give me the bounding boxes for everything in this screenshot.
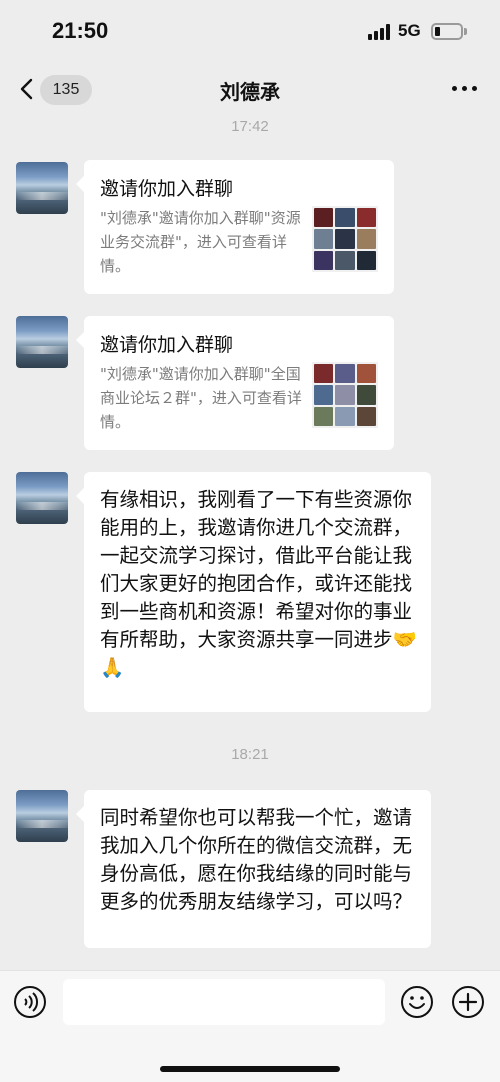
- home-indicator: [160, 1066, 340, 1072]
- plus-icon[interactable]: [451, 985, 485, 1019]
- invite-description: "刘德承"邀请你加入群聊"资源业务交流群"，进入可查看详情。: [100, 209, 301, 275]
- text-message-bubble[interactable]: 同时希望你也可以帮我一个忙，邀请我加入几个你所在的微信交流群，无身份高低，愿在你…: [76, 790, 431, 948]
- avatar[interactable]: [16, 790, 68, 842]
- message-text: 有缘相识，我刚看了一下有些资源你能用的上，我邀请你进几个交流群，一起交流学习探讨…: [100, 488, 417, 679]
- chat-title: 刘德承: [220, 80, 280, 104]
- unread-count-badge[interactable]: 135: [40, 75, 92, 105]
- text-message-bubble[interactable]: 有缘相识，我刚看了一下有些资源你能用的上，我邀请你进几个交流群，一起交流学习探讨…: [76, 472, 431, 712]
- message-text: 同时希望你也可以帮我一个忙，邀请我加入几个你所在的微信交流群，无身份高低，愿在你…: [100, 806, 413, 913]
- message-input[interactable]: [63, 979, 385, 1025]
- invite-description: "刘德承"邀请你加入群聊"全国商业论坛２群"，进入可查看详情。: [100, 365, 302, 431]
- group-invite-card[interactable]: 邀请你加入群聊 "刘德承"邀请你加入群聊"全国商业论坛２群"，进入可查看详情。: [76, 316, 394, 450]
- message-timestamp: 18:21: [231, 746, 269, 763]
- more-icon[interactable]: [451, 86, 479, 94]
- invite-title: 邀请你加入群聊: [100, 334, 234, 356]
- voice-icon[interactable]: [13, 985, 47, 1019]
- status-bar: 21:50 5G: [0, 0, 500, 62]
- chat-header: 135 刘德承: [0, 62, 500, 116]
- invite-title: 邀请你加入群聊: [100, 178, 234, 200]
- network-type: 5G: [398, 21, 421, 40]
- battery-cap: [464, 28, 467, 35]
- signal-icon: [368, 24, 392, 40]
- back-icon[interactable]: [16, 77, 40, 101]
- avatar[interactable]: [16, 316, 68, 368]
- group-avatar-thumbnail: [312, 206, 378, 272]
- battery-icon: [431, 23, 463, 40]
- avatar[interactable]: [16, 162, 68, 214]
- avatar[interactable]: [16, 472, 68, 524]
- emoji-icon[interactable]: [400, 985, 434, 1019]
- group-invite-card[interactable]: 邀请你加入群聊 "刘德承"邀请你加入群聊"资源业务交流群"，进入可查看详情。: [76, 160, 394, 294]
- chat-input-bar: [0, 970, 500, 1082]
- status-time: 21:50: [52, 18, 109, 43]
- group-avatar-thumbnail: [312, 362, 378, 428]
- message-timestamp: 17:42: [231, 118, 269, 135]
